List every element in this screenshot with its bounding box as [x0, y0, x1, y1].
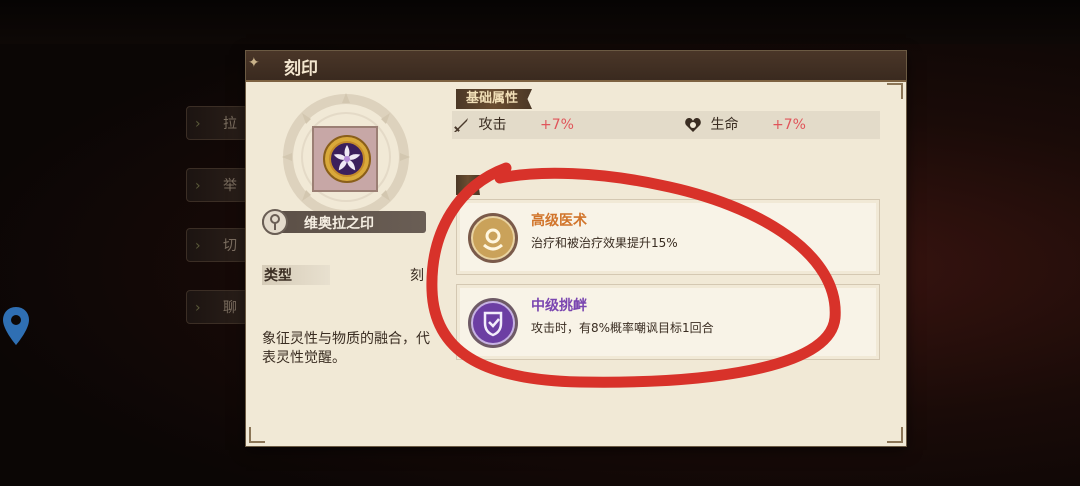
corner-ornament — [887, 427, 903, 443]
skill-name: 高级医术 — [531, 213, 587, 229]
type-label: 类型 — [262, 265, 330, 285]
base-attributes-row: 攻击 +7% 生命 +7% — [452, 111, 880, 139]
key-icon — [262, 209, 288, 235]
skills-title: ​ — [456, 175, 480, 195]
inscription-panel: ✦ 刻印 维奥拉之印 类型 刻 象征灵性与物质的融合，代表灵性觉醒。 基础属性 … — [246, 51, 906, 446]
panel-header: ✦ 刻印 — [246, 51, 906, 82]
side-tab-3[interactable]: 切 — [186, 228, 248, 263]
healing-skill-icon — [468, 213, 518, 263]
map-pin-icon[interactable] — [2, 306, 30, 346]
skill-description: 治疗和被治疗效果提升15% — [531, 236, 678, 250]
skill-description: 攻击时，有8%概率嘲讽目标1回合 — [531, 321, 714, 335]
viola-seal-icon — [323, 135, 371, 183]
side-tab-1[interactable]: 拉 — [186, 106, 248, 141]
top-bar — [0, 0, 1080, 44]
skill-card[interactable]: 高级医术 治疗和被治疗效果提升15% — [456, 199, 880, 275]
side-tab-4[interactable]: 聊 — [186, 290, 248, 325]
sword-icon — [454, 118, 468, 132]
skill-card[interactable]: 中级挑衅 攻击时，有8%概率嘲讽目标1回合 — [456, 284, 880, 360]
stat-health: 生命 +7% — [684, 115, 806, 135]
type-value: 刻 — [410, 268, 424, 284]
header-ornament-icon: ✦ — [248, 55, 260, 71]
stat-attack-value: +7% — [540, 117, 574, 133]
stat-health-label: 生命 — [710, 117, 739, 133]
stat-attack: 攻击 +7% — [452, 115, 574, 135]
item-icon-frame[interactable] — [312, 126, 378, 192]
stat-attack-label: 攻击 — [478, 117, 507, 133]
taunt-skill-icon — [468, 298, 518, 348]
panel-title: 刻印 — [284, 59, 318, 79]
corner-ornament — [887, 83, 903, 99]
corner-ornament — [249, 427, 265, 443]
base-attributes-title: 基础属性 — [456, 89, 533, 109]
item-name: 维奥拉之印 — [304, 216, 374, 232]
side-tab-2[interactable]: 举 — [186, 168, 248, 203]
item-description: 象征灵性与物质的融合，代表灵性觉醒。 — [262, 331, 430, 366]
stat-health-value: +7% — [772, 117, 806, 133]
heart-icon — [685, 118, 701, 132]
skill-name: 中级挑衅 — [531, 298, 587, 314]
